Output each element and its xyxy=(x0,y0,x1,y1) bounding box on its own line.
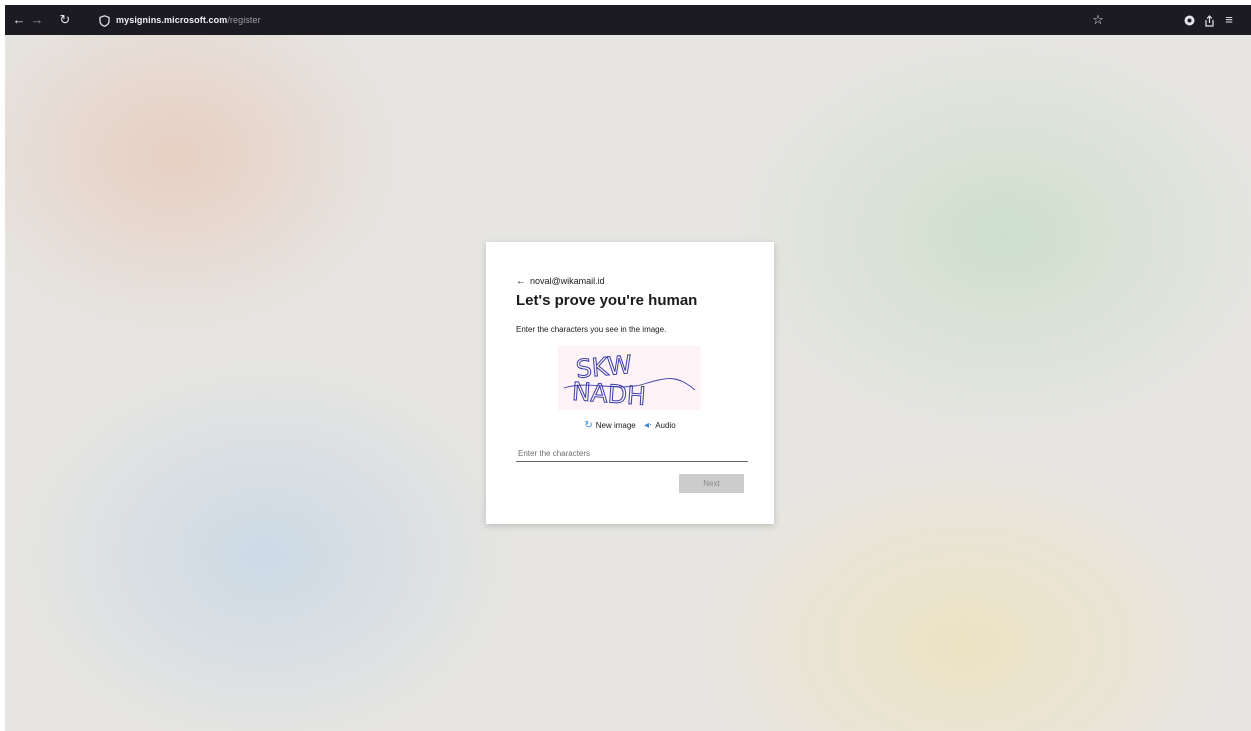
captcha-input[interactable] xyxy=(516,445,748,462)
audio-label: Audio xyxy=(655,421,676,430)
share-icon[interactable] xyxy=(1201,5,1217,35)
url-path: /register xyxy=(227,15,261,25)
browser-window: ← → ↻ mysignins.microsoft.com/register ☆ xyxy=(5,5,1251,731)
captcha-line-2: NADH xyxy=(571,377,647,410)
bookmark-star-icon[interactable]: ☆ xyxy=(1090,5,1106,35)
address-bar[interactable]: mysignins.microsoft.com/register ☆ xyxy=(90,8,1175,32)
captcha-card: ← noval@wikamail.id Let's prove you're hu… xyxy=(486,242,774,524)
email-back-row[interactable]: ← noval@wikamail.id xyxy=(516,274,605,288)
page-background: ← noval@wikamail.id Let's prove you're hu… xyxy=(5,35,1251,731)
extension-icon[interactable] xyxy=(1181,5,1197,35)
browser-toolbar: ← → ↻ mysignins.microsoft.com/register ☆ xyxy=(5,5,1251,35)
back-arrow-icon[interactable]: ← xyxy=(516,276,526,287)
new-image-button[interactable]: ↻ New image xyxy=(584,419,635,433)
refresh-icon: ↻ xyxy=(584,420,593,431)
menu-icon[interactable]: ≡ xyxy=(1221,5,1237,35)
audio-button[interactable]: ◂⋅ Audio xyxy=(644,419,676,433)
page-title: Let's prove you're human xyxy=(516,292,698,309)
url-text[interactable]: mysignins.microsoft.com/register xyxy=(116,8,261,32)
new-image-label: New image xyxy=(595,421,636,430)
account-email: noval@wikamail.id xyxy=(530,276,605,286)
speaker-icon: ◂⋅ xyxy=(643,420,653,431)
shield-icon[interactable] xyxy=(96,5,112,35)
next-button[interactable]: Next xyxy=(679,474,744,493)
reload-icon[interactable]: ↻ xyxy=(57,5,73,35)
instruction-text: Enter the characters you see in the imag… xyxy=(516,325,667,334)
url-host: mysignins.microsoft.com xyxy=(116,15,228,25)
captcha-actions: ↻ New image ◂⋅ Audio xyxy=(486,419,774,433)
captcha-image: SKW NADH xyxy=(558,346,701,410)
captcha-graphic: SKW NADH xyxy=(563,349,696,410)
back-arrow-icon[interactable]: ← xyxy=(11,5,27,35)
forward-arrow-icon[interactable]: → xyxy=(29,5,45,35)
